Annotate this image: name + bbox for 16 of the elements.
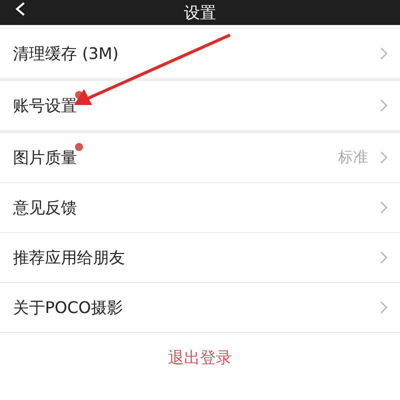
logout-button[interactable]: 退出登录: [168, 346, 232, 370]
back-icon[interactable]: [14, 2, 26, 16]
chevron-icon: [380, 47, 388, 60]
row-label: 关于POCO摄影: [13, 298, 124, 316]
chevron-icon: [380, 251, 388, 264]
row-label: 图片质量: [13, 148, 77, 166]
window-title: 设置: [184, 4, 216, 20]
chevron-icon: [380, 99, 388, 112]
row-value: 标准: [338, 147, 368, 168]
chevron-icon: [380, 301, 388, 314]
row-label: 账号设置: [13, 96, 77, 114]
chevron-icon: [380, 151, 388, 164]
chevron-icon: [380, 201, 388, 214]
row-label: 意见反馈: [13, 198, 77, 216]
row-label: 推荐应用给朋友: [13, 248, 125, 266]
row-label: 清理缓存 (3M): [13, 44, 119, 62]
